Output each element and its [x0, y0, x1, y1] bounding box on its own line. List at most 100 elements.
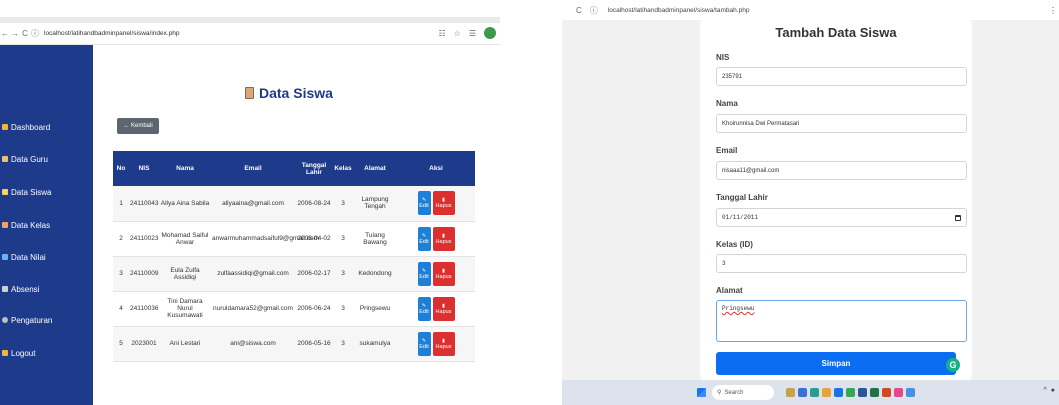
sidebar-item-logout[interactable]: Logout: [0, 344, 93, 362]
edit-button[interactable]: ✎ Edit: [417, 331, 431, 356]
edit-button[interactable]: ✎ Edit: [417, 261, 431, 286]
browser-toolbar: C ⓘ localhost/latihandbadminpanel/siswa/…: [562, 0, 1059, 20]
file-explorer-icon[interactable]: [822, 388, 831, 397]
sidebar-item-pengaturan[interactable]: Pengaturan: [0, 311, 93, 329]
delete-button[interactable]: ▮ Hapus: [432, 261, 455, 286]
vscode-icon[interactable]: [906, 388, 915, 397]
table-row: 2 24110023 Mohamad Saiful Anwar anwarmuh…: [113, 221, 475, 257]
taskbar-search[interactable]: ⚲ Search: [712, 385, 774, 400]
kelas-input[interactable]: 3: [716, 254, 967, 273]
sidebar-item-label: Data Siswa: [11, 187, 52, 197]
kelas-label: Kelas (ID): [716, 240, 753, 249]
sidebar-item-label: Logout: [11, 348, 36, 358]
windows-start-icon[interactable]: [697, 388, 706, 397]
nama-input[interactable]: Khoirunnisa Dwi Permatasari: [716, 114, 967, 133]
delete-button[interactable]: ▮ Hapus: [432, 226, 455, 251]
table-row: 3 24110009 Eula Zulfa Assidiqi zulfaassi…: [113, 256, 475, 292]
cell-no: 5: [113, 326, 129, 362]
cell-no: 2: [113, 221, 129, 257]
cell-alamat: Tulang Bawang: [353, 221, 397, 257]
cell-email: zulfaassidiqi@gmail.com: [211, 256, 295, 292]
chrome-icon[interactable]: [846, 388, 855, 397]
sidebar-item-dashboard[interactable]: Dashboard: [0, 118, 93, 136]
browser-actions: ☷ ☆ ☰: [438, 27, 496, 39]
table-row: 5 2023001 Ani Lestari ani@siswa.com 2006…: [113, 326, 475, 362]
profile-avatar[interactable]: [484, 27, 496, 39]
cell-aksi: ✎ Edit ▮ Hapus: [397, 256, 475, 292]
reload-icon[interactable]: C: [576, 6, 582, 15]
table-row: 1 24110043 Allya Aina Sabila allyaaina@g…: [113, 186, 475, 222]
delete-button[interactable]: ▮ Hapus: [432, 296, 455, 321]
back-arrow-icon[interactable]: ←: [0, 29, 10, 38]
sidebar-item-absensi[interactable]: Absensi: [0, 280, 93, 298]
column-header: Nama: [159, 151, 211, 186]
edit-button[interactable]: ✎ Edit: [417, 226, 431, 251]
cell-nama: Allya Aina Sabila: [159, 186, 211, 222]
store-icon[interactable]: [834, 388, 843, 397]
calendar-icon[interactable]: [955, 214, 961, 221]
tanggal-lahir-input[interactable]: 01/11/2011: [716, 208, 967, 227]
search-placeholder: Search: [724, 389, 744, 396]
reload-icon[interactable]: C: [20, 29, 30, 38]
sidebar-item-label: Absensi: [11, 284, 40, 294]
add-student-window: C ⓘ localhost/latihandbadminpanel/siswa/…: [562, 0, 1059, 405]
alamat-textarea[interactable]: Pringsewu: [716, 300, 967, 342]
app-icon[interactable]: [894, 388, 903, 397]
page-title: Data Siswa: [245, 85, 333, 101]
form-title: Tambah Data Siswa: [775, 25, 897, 40]
nis-input[interactable]: 235791: [716, 67, 967, 86]
cell-kelas: 3: [333, 256, 353, 292]
task-view-icon[interactable]: [798, 388, 807, 397]
cell-nis: 24110023: [129, 221, 159, 257]
network-icon[interactable]: ●: [1051, 387, 1055, 394]
bookmark-star-icon[interactable]: ☆: [454, 29, 461, 38]
back-button[interactable]: ← Kembali: [117, 118, 159, 134]
widgets-icon[interactable]: [786, 388, 795, 397]
cell-aksi: ✎ Edit ▮ Hapus: [397, 326, 475, 362]
cell-no: 4: [113, 291, 129, 327]
edit-button[interactable]: ✎ Edit: [417, 191, 431, 216]
excel-icon[interactable]: [870, 388, 879, 397]
translate-icon[interactable]: ☷: [438, 29, 445, 38]
cell-email: nuruldamara52@gmail.com: [211, 291, 295, 327]
address-bar[interactable]: localhost/latihandbadminpanel/siswa/tamb…: [608, 7, 750, 14]
cell-nama: Eula Zulfa Assidiqi: [159, 256, 211, 292]
grammarly-icon[interactable]: G: [946, 358, 960, 372]
cell-nis: 24110043: [129, 186, 159, 222]
column-header: Kelas: [333, 151, 353, 186]
column-header: NIS: [129, 151, 159, 186]
cell-email: allyaaina@gmail.com: [211, 186, 295, 222]
sidebar-item-label: Data Nilai: [11, 252, 46, 262]
screenshot-composite: ← → C ⓘ localhost/latihandbadminpanel/si…: [0, 0, 1059, 405]
table-header-row: No NIS Nama Email Tanggal Lahir Kelas Al…: [113, 151, 475, 186]
simpan-button[interactable]: Simpan: [716, 352, 956, 375]
menu-icon[interactable]: ⋮: [1049, 6, 1057, 15]
delete-button[interactable]: ▮ Hapus: [432, 191, 455, 216]
email-input[interactable]: nisaaa11@gmail.com: [716, 161, 967, 180]
tray-chevron-icon[interactable]: ^: [1043, 387, 1046, 394]
delete-label: Hapus: [435, 308, 452, 315]
home-icon: [2, 124, 8, 130]
column-header: No: [113, 151, 129, 186]
cell-aksi: ✎ Edit ▮ Hapus: [397, 221, 475, 257]
sidebar-item-data-guru[interactable]: Data Guru: [0, 150, 93, 168]
sidebar-item-label: Data Guru: [11, 154, 48, 164]
forward-arrow-icon[interactable]: →: [10, 29, 20, 38]
alamat-value: Pringsewu: [722, 305, 755, 312]
delete-button[interactable]: ▮ Hapus: [432, 331, 455, 356]
site-info-icon[interactable]: ⓘ: [30, 28, 40, 39]
word-icon[interactable]: [858, 388, 867, 397]
site-info-icon[interactable]: ⓘ: [590, 5, 598, 16]
extensions-icon[interactable]: ☰: [469, 29, 476, 38]
address-bar[interactable]: localhost/latihandbadminpanel/siswa/inde…: [44, 30, 180, 37]
edit-label: Edit: [419, 238, 429, 245]
cell-kelas: 3: [333, 221, 353, 257]
edge-icon[interactable]: [810, 388, 819, 397]
powerpoint-icon[interactable]: [882, 388, 891, 397]
column-header: Tanggal Lahir: [295, 151, 333, 186]
sidebar-item-data-kelas[interactable]: Data Kelas: [0, 216, 93, 234]
sidebar-item-data-siswa[interactable]: Data Siswa: [0, 183, 93, 201]
sidebar-item-data-nilai[interactable]: Data Nilai: [0, 248, 93, 266]
edit-button[interactable]: ✎ Edit: [417, 296, 431, 321]
email-label: Email: [716, 146, 738, 155]
